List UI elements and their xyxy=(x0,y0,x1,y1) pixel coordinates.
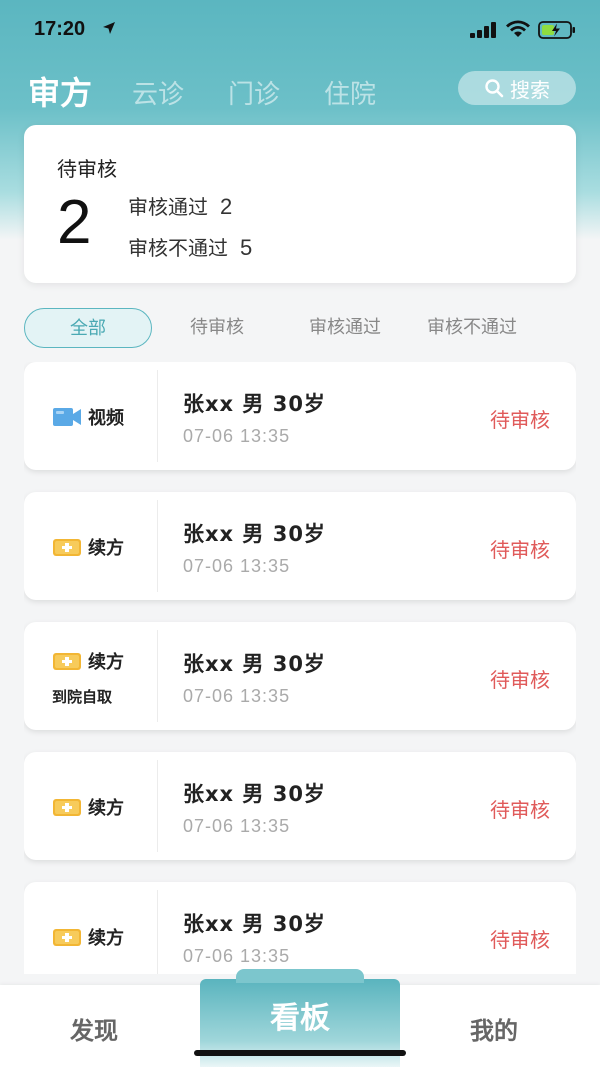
type-row: 续方 xyxy=(52,924,124,950)
status-label: 待审核 xyxy=(490,408,550,432)
record-list: 视频 张xx 男 30岁 07-06 13:35 待审核 续方 张xx 男 30… xyxy=(24,362,576,974)
cellular-signal-icon xyxy=(470,22,496,38)
pickup-label: 到院自取 xyxy=(52,688,113,706)
approved-summary: 审核通过 2 xyxy=(128,191,232,220)
video-icon xyxy=(53,408,81,426)
patient-info: 张xx 男 30岁 xyxy=(183,652,326,676)
record-type: 续方 xyxy=(24,890,158,974)
battery-charging-icon xyxy=(538,21,575,39)
list-item[interactable]: 视频 张xx 男 30岁 07-06 13:35 待审核 xyxy=(24,362,576,470)
patient-info: 张xx 男 30岁 xyxy=(183,782,326,806)
status-label: 待审核 xyxy=(490,538,550,562)
patient-info: 张xx 男 30岁 xyxy=(183,912,326,936)
status-label: 待审核 xyxy=(490,928,550,952)
top-nav: 审方 云诊 门诊 住院 搜索 xyxy=(0,66,600,116)
filter-approved[interactable]: 审核通过 xyxy=(292,308,398,348)
renewal-icon xyxy=(53,929,81,946)
filter-tabs: 全部 待审核 审核通过 审核不通过 xyxy=(24,308,576,348)
search-button[interactable]: 搜索 xyxy=(458,71,576,105)
bottom-nav-dashboard-label: 看板 xyxy=(270,1001,330,1036)
filter-pending[interactable]: 待审核 xyxy=(172,308,262,348)
record-type-label: 续方 xyxy=(88,928,124,949)
type-row: 续方 xyxy=(52,648,124,674)
tab-cloud-consult[interactable]: 云诊 xyxy=(132,74,184,111)
list-item[interactable]: 续方 张xx 男 30岁 07-06 13:35 待审核 xyxy=(24,882,576,974)
pending-count: 2 xyxy=(57,188,92,257)
summary-title: 待审核 xyxy=(57,157,117,181)
tab-outpatient[interactable]: 门诊 xyxy=(228,74,280,111)
summary-card: 待审核 2 审核通过 2 审核不通过 5 xyxy=(24,125,576,283)
filter-all[interactable]: 全部 xyxy=(24,308,152,348)
search-icon xyxy=(485,79,504,98)
list-item[interactable]: 续方 到院自取 张xx 男 30岁 07-06 13:35 待审核 xyxy=(24,622,576,730)
status-time: 17:20 xyxy=(34,18,86,40)
type-row: 续方 xyxy=(52,534,124,560)
record-type-label: 视频 xyxy=(88,408,124,429)
rejected-label: 审核不通过 xyxy=(128,236,228,260)
record-type-label: 续方 xyxy=(88,538,124,559)
renewal-icon xyxy=(53,653,81,670)
record-time: 07-06 13:35 xyxy=(183,686,291,706)
record-time: 07-06 13:35 xyxy=(183,426,291,446)
record-time: 07-06 13:35 xyxy=(183,946,291,966)
bottom-nav-mine[interactable]: 我的 xyxy=(470,1011,518,1046)
patient-info: 张xx 男 30岁 xyxy=(183,392,326,416)
renewal-icon xyxy=(53,799,81,816)
record-type: 续方 到院自取 xyxy=(24,630,158,722)
record-time: 07-06 13:35 xyxy=(183,556,291,576)
rejected-summary: 审核不通过 5 xyxy=(128,232,252,261)
bottom-nav-discover[interactable]: 发现 xyxy=(70,1011,118,1046)
record-type: 续方 xyxy=(24,760,158,852)
record-type-label: 续方 xyxy=(88,798,124,819)
record-type: 续方 xyxy=(24,500,158,592)
filter-rejected[interactable]: 审核不通过 xyxy=(412,308,532,348)
dashboard-tab-bump xyxy=(236,969,364,983)
status-label: 待审核 xyxy=(490,798,550,822)
record-time: 07-06 13:35 xyxy=(183,816,291,836)
type-row: 续方 xyxy=(52,794,124,820)
tab-prescription-review[interactable]: 审方 xyxy=(28,68,92,114)
home-indicator xyxy=(194,1050,406,1056)
search-label: 搜索 xyxy=(510,77,550,102)
approved-label: 审核通过 xyxy=(128,195,208,219)
approved-count: 2 xyxy=(220,194,233,219)
type-row: 视频 xyxy=(52,404,124,430)
list-item[interactable]: 续方 张xx 男 30岁 07-06 13:35 待审核 xyxy=(24,492,576,600)
patient-info: 张xx 男 30岁 xyxy=(183,522,326,546)
record-type-label: 续方 xyxy=(88,652,124,673)
location-arrow-icon xyxy=(103,22,115,34)
wifi-icon xyxy=(506,20,530,37)
status-bar: 17:20 xyxy=(0,0,600,60)
rejected-count: 5 xyxy=(240,235,253,260)
list-item[interactable]: 续方 张xx 男 30岁 07-06 13:35 待审核 xyxy=(24,752,576,860)
record-type: 视频 xyxy=(24,370,158,462)
tab-inpatient[interactable]: 住院 xyxy=(324,74,376,111)
status-label: 待审核 xyxy=(490,668,550,692)
renewal-icon xyxy=(53,539,81,556)
